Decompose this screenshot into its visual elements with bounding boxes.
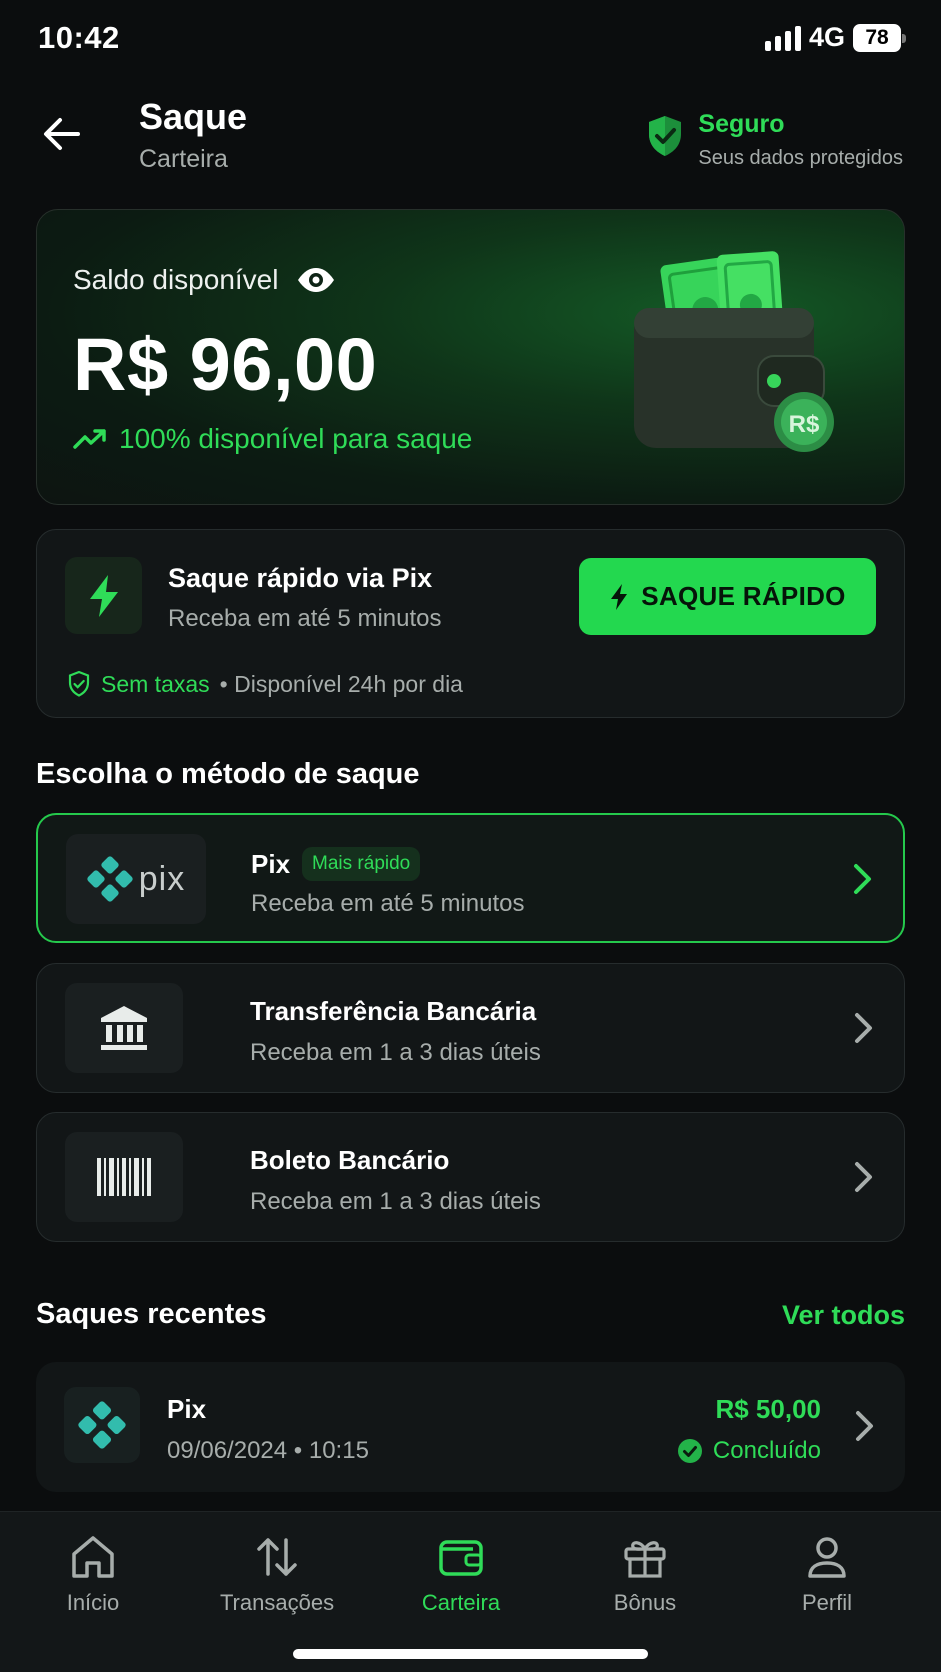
tab-inicio[interactable]: Início [18, 1532, 168, 1616]
tab-label: Perfil [801, 1590, 853, 1615]
method-pix[interactable]: pix Pix Mais rápido Receba em até 5 minu… [36, 813, 905, 943]
trend-up-icon [73, 429, 106, 449]
secure-badge: Seguro Seus dados protegidos [646, 110, 903, 170]
balance-card: Saldo disponível R$ 96,00 100% disponíve… [36, 209, 905, 505]
recent-status-text: Concluído [712, 1437, 821, 1464]
signal-icon [764, 25, 801, 51]
see-all-link[interactable]: Ver todos [782, 1300, 905, 1331]
fastest-badge: Mais rápido [302, 847, 421, 881]
quick-withdraw-button-label: SAQUE RÁPIDO [641, 581, 846, 611]
method-title: Boleto Bancário [250, 1145, 450, 1175]
arrow-left-icon [44, 118, 80, 150]
status-bar: 10:42 4G 78 [0, 0, 941, 80]
method-title: Pix [251, 848, 291, 879]
boleto-logo [65, 1132, 183, 1222]
chevron-right-icon [856, 1411, 873, 1441]
balance-availability: 100% disponível para saque [73, 423, 472, 455]
battery-level: 78 [865, 25, 889, 49]
method-title-row: Pix Mais rápido [251, 847, 421, 881]
status-right: 4G 78 [764, 22, 906, 53]
home-icon [72, 1536, 114, 1578]
tab-carteira[interactable]: Carteira [386, 1532, 536, 1616]
bolt-icon [89, 574, 118, 617]
battery-icon: 78 [853, 23, 906, 52]
secure-title: Seguro [698, 110, 785, 138]
status-time: 10:42 [38, 20, 120, 55]
secure-subtitle: Seus dados protegidos [698, 147, 903, 169]
tab-label: Início [66, 1590, 120, 1615]
tab-transacoes[interactable]: Transações [202, 1532, 352, 1616]
method-title-row: Boleto Bancário [250, 1145, 449, 1176]
chevron-right-icon [854, 864, 871, 894]
pix-logo [64, 1387, 140, 1463]
method-title: Transferência Bancária [250, 996, 537, 1026]
balance-amount: R$ 96,00 [73, 323, 378, 406]
recent-amount: R$ 50,00 [715, 1394, 821, 1424]
quick-bolt-badge [65, 557, 142, 634]
barcode-icon [97, 1158, 151, 1196]
recent-method: Pix [167, 1394, 207, 1424]
recent-status: Concluído [677, 1437, 821, 1465]
pix-logo-text: pix [138, 859, 186, 898]
arrows-updown-icon [257, 1538, 297, 1576]
availability-text: 100% disponível para saque [119, 423, 473, 454]
gift-icon [624, 1541, 666, 1578]
quick-subtitle: Receba em até 5 minutos [168, 605, 442, 632]
quick-footer: Sem taxas • Disponível 24h por dia [67, 670, 463, 698]
tab-label: Bônus [613, 1590, 677, 1615]
method-subtitle: Receba em até 5 minutos [251, 890, 525, 917]
tab-label: Transações [219, 1590, 335, 1615]
quick-withdraw-card: Saque rápido via Pix Receba em até 5 min… [36, 529, 905, 718]
recent-withdrawal-item[interactable]: Pix 09/06/2024 • 10:15 R$ 50,00 Concluíd… [36, 1362, 905, 1492]
method-bank-transfer[interactable]: Transferência Bancária Receba em 1 a 3 d… [36, 963, 905, 1093]
pix-logo: pix [66, 834, 206, 924]
shield-check-icon [649, 116, 682, 156]
network-type: 4G [808, 22, 845, 52]
method-subtitle: Receba em 1 a 3 dias úteis [250, 1188, 541, 1215]
balance-label-row: Saldo disponível [73, 264, 336, 296]
page-subtitle: Carteira [139, 145, 228, 173]
no-fees-text: Sem taxas [101, 670, 210, 697]
back-button[interactable] [40, 112, 84, 156]
chevron-right-icon [855, 1162, 872, 1192]
pix-icon [78, 1401, 126, 1449]
check-badge-icon [677, 1439, 702, 1463]
availability-24h-text: • Disponível 24h por dia [219, 670, 463, 697]
recent-section-title: Saques recentes [36, 1298, 267, 1330]
bank-icon [101, 1006, 147, 1050]
method-boleto[interactable]: Boleto Bancário Receba em 1 a 3 dias úte… [36, 1112, 905, 1242]
method-title-row: Transferência Bancária [250, 996, 536, 1027]
eye-icon[interactable] [296, 266, 336, 294]
balance-label: Saldo disponível [73, 264, 279, 295]
quick-title: Saque rápido via Pix [168, 563, 433, 593]
methods-section-title: Escolha o método de saque [36, 758, 420, 790]
bank-logo [65, 983, 183, 1073]
wallet-icon [439, 1540, 483, 1576]
quick-withdraw-button[interactable]: SAQUE RÁPIDO [579, 558, 876, 635]
tab-label: Carteira [421, 1590, 501, 1615]
page-title: Saque [139, 96, 248, 137]
bottom-tab-bar: Início Transações Carteira Bônus Perfil [0, 1511, 941, 1672]
wallet-illustration: R$ [634, 251, 834, 452]
coin-label: R$ [789, 411, 820, 438]
method-subtitle: Receba em 1 a 3 dias úteis [250, 1039, 541, 1066]
shield-check-outline-icon [68, 670, 90, 697]
pix-icon [87, 856, 133, 902]
user-icon [808, 1537, 846, 1578]
chevron-right-icon [855, 1013, 872, 1043]
tab-perfil[interactable]: Perfil [752, 1532, 902, 1616]
recent-datetime: 09/06/2024 • 10:15 [167, 1437, 369, 1464]
home-indicator [293, 1649, 648, 1659]
tab-bonus[interactable]: Bônus [570, 1532, 720, 1616]
bolt-icon [611, 583, 628, 610]
